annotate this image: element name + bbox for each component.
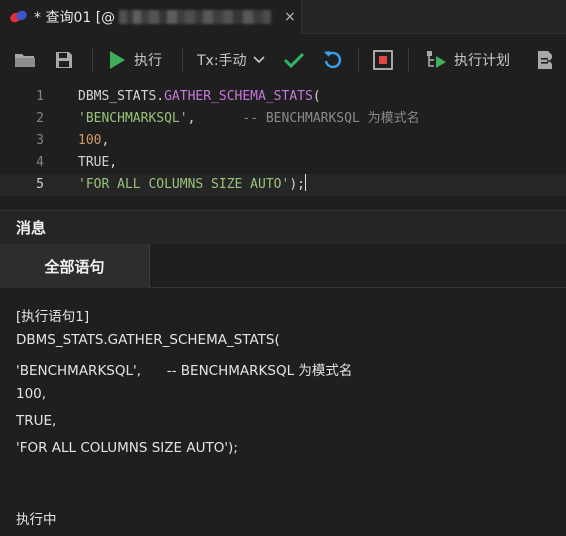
chevron-down-icon (252, 56, 265, 64)
save-button[interactable] (55, 46, 73, 74)
messages-output[interactable]: [执行语句1] DBMS_STATS.GATHER_SCHEMA_STATS( … (0, 289, 566, 536)
document-export-icon (536, 50, 556, 70)
toolbar-divider (358, 48, 359, 72)
toolbar: 执行 Tx:手动 执行计划 (0, 38, 566, 82)
stop-button[interactable] (373, 46, 393, 74)
export-button[interactable] (536, 46, 556, 74)
play-icon (108, 50, 126, 70)
messages-panel-header: 消息 (0, 210, 566, 244)
folder-icon (14, 51, 36, 69)
editor-line: 1 DBMS_STATS.GATHER_SCHEMA_STATS( (0, 86, 566, 108)
output-line: 100, (16, 386, 47, 402)
line-number: 1 (36, 89, 44, 104)
output-status-line: 执行中 (16, 512, 57, 528)
output-line: TRUE, (16, 413, 57, 429)
execution-plan-button[interactable]: 执行计划 (426, 46, 510, 74)
toolbar-divider (408, 48, 409, 72)
save-icon (55, 51, 73, 69)
checkmark-icon (283, 51, 305, 69)
stop-icon (373, 50, 393, 70)
close-tab-icon[interactable]: × (284, 9, 296, 25)
commit-button[interactable] (283, 46, 305, 74)
text-cursor (304, 174, 306, 191)
execute-button[interactable]: 执行 (108, 46, 162, 74)
execution-plan-icon (426, 50, 448, 70)
transaction-mode-dropdown[interactable]: Tx:手动 (197, 46, 265, 74)
editor-line: 4 TRUE, (0, 152, 566, 174)
tab-all-statements[interactable]: 全部语句 (0, 244, 150, 288)
query-tab[interactable]: * 查询01 [@ × (0, 0, 302, 34)
line-number: 2 (36, 111, 44, 126)
output-line: 'BENCHMARKSQL', -- BENCHMARKSQL 为模式名 (16, 363, 353, 379)
code-text: DBMS_STATS.GATHER_SCHEMA_STATS( (78, 89, 321, 104)
open-folder-button[interactable] (14, 46, 36, 74)
output-line: 'FOR ALL COLUMNS SIZE AUTO'); (16, 440, 238, 456)
editor-line-active: 5 'FOR ALL COLUMNS SIZE AUTO'); (0, 174, 566, 196)
code-text: 100, (78, 133, 110, 148)
line-number: 4 (36, 155, 44, 170)
tab-bar: * 查询01 [@ × (0, 0, 566, 34)
line-number: 3 (36, 133, 44, 148)
output-line: DBMS_STATS.GATHER_SCHEMA_STATS( (16, 332, 280, 348)
output-line: [执行语句1] (16, 309, 90, 325)
messages-tab-bar: 全部语句 (0, 244, 566, 288)
execution-plan-label: 执行计划 (454, 53, 510, 69)
code-text: 'BENCHMARKSQL', -- BENCHMARKSQL 为模式名 (78, 111, 420, 126)
transaction-mode-label: Tx:手动 (197, 53, 247, 69)
code-text: 'FOR ALL COLUMNS SIZE AUTO'); (78, 174, 306, 196)
editor-line: 2 'BENCHMARKSQL', -- BENCHMARKSQL 为模式名 (0, 108, 566, 130)
sql-editor[interactable]: 1 DBMS_STATS.GATHER_SCHEMA_STATS( 2 'BEN… (0, 86, 566, 204)
database-logo-icon (8, 9, 29, 25)
code-text: TRUE, (78, 155, 118, 170)
query-tab-title: * 查询01 [@ (34, 10, 116, 26)
redacted-connection-name (119, 10, 272, 24)
rollback-button[interactable] (323, 46, 343, 74)
toolbar-divider (182, 48, 183, 72)
toolbar-divider (92, 48, 93, 72)
execute-label: 执行 (134, 53, 162, 69)
rollback-icon (323, 50, 343, 70)
line-number: 5 (36, 177, 44, 192)
editor-line: 3 100, (0, 130, 566, 152)
